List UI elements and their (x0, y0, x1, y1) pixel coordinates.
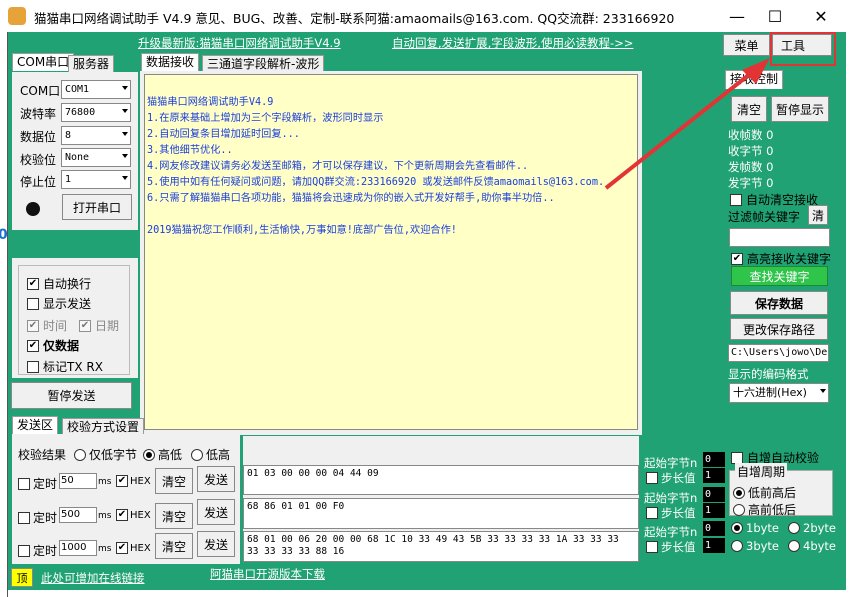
annotation-arrow (604, 58, 770, 190)
arrow-shaft (604, 68, 757, 190)
arrow-head (742, 58, 770, 84)
